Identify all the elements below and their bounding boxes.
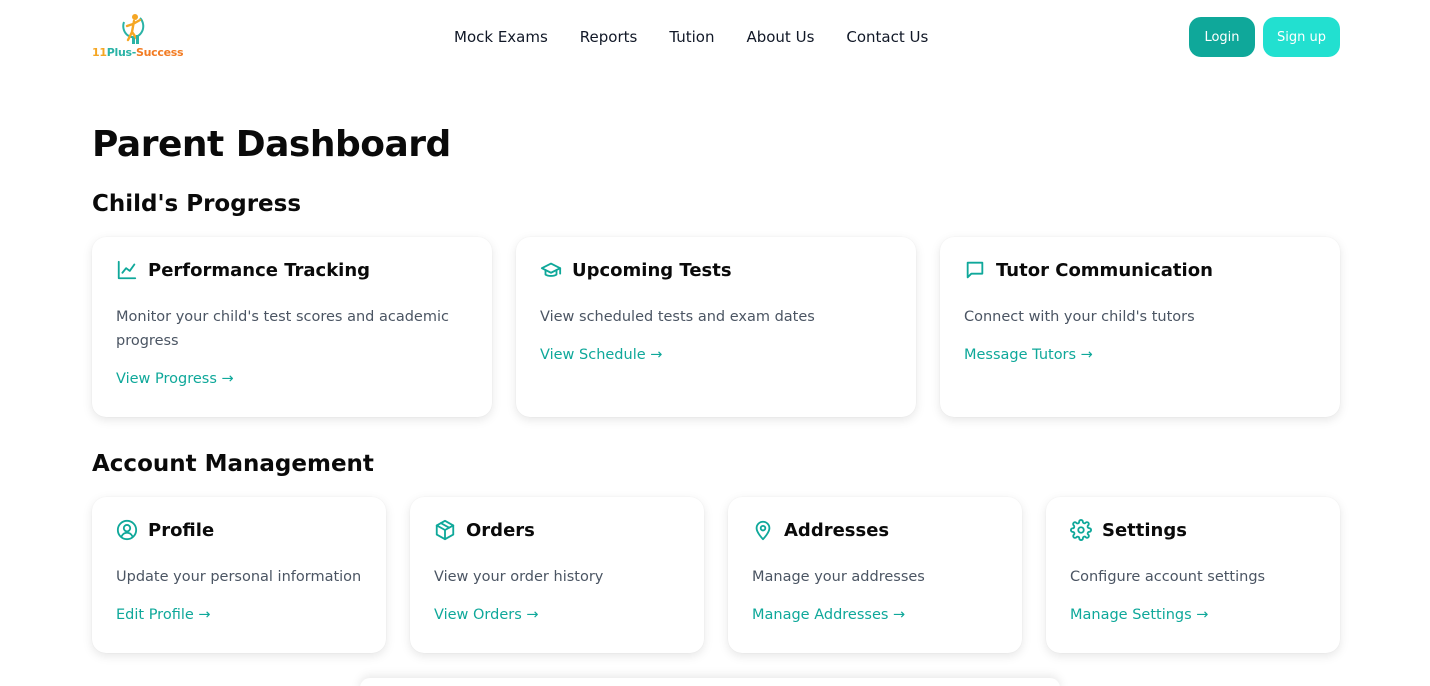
graduation-cap-icon [540, 262, 562, 277]
view-progress-link[interactable]: View Progress → [116, 371, 234, 387]
signup-button[interactable]: Sign up [1263, 17, 1340, 57]
site-header: 11Plus-Success Mock Exams Reports Tution… [0, 0, 1430, 76]
card-title: Addresses [784, 519, 890, 541]
card-description: Manage your addresses [752, 569, 925, 585]
logo-figure-icon [122, 14, 145, 44]
card-header: Upcoming Tests [540, 259, 732, 281]
card-header: Settings [1070, 519, 1187, 541]
card-upcoming-tests: Upcoming Tests View scheduled tests and … [516, 237, 916, 417]
nav-about-us[interactable]: About Us [746, 27, 814, 47]
edit-profile-link[interactable]: Edit Profile → [116, 607, 211, 623]
card-profile: Profile Update your personal information… [92, 497, 386, 653]
chat-bubble-icon [966, 261, 984, 279]
view-schedule-link[interactable]: View Schedule → [540, 347, 662, 363]
nav-mock-exams[interactable]: Mock Exams [454, 27, 548, 47]
message-tutors-link[interactable]: Message Tutors → [964, 347, 1093, 363]
view-orders-link[interactable]: View Orders → [434, 607, 539, 623]
main-nav: Mock Exams Reports Tution About Us Conta… [454, 27, 928, 47]
package-icon [435, 519, 455, 541]
card-title: Upcoming Tests [572, 259, 732, 281]
card-header: Addresses [752, 519, 889, 541]
card-addresses: Addresses Manage your addresses Manage A… [728, 497, 1022, 653]
nav-contact-us[interactable]: Contact Us [846, 27, 928, 47]
login-button[interactable]: Login [1189, 17, 1255, 57]
chart-line-icon [117, 260, 137, 280]
card-description: Update your personal information [116, 569, 362, 585]
manage-addresses-link[interactable]: Manage Addresses → [752, 607, 905, 623]
logo-text-part2: Plus- [106, 46, 137, 59]
card-description: View your order history [434, 569, 604, 585]
card-header: Tutor Communication [964, 259, 1213, 281]
section-title-progress: Child's Progress [92, 191, 302, 217]
gear-icon [1070, 519, 1092, 541]
map-pin-icon [755, 520, 771, 541]
logo-text-part3: Success [136, 46, 184, 59]
card-title: Settings [1102, 519, 1187, 541]
manage-settings-link[interactable]: Manage Settings → [1070, 607, 1208, 623]
card-description: Monitor your child's test scores and aca… [116, 309, 449, 349]
card-title: Profile [148, 519, 215, 541]
next-section-edge [360, 678, 1060, 686]
logo-text: 11Plus-Success [92, 46, 184, 59]
card-tutor-communication: Tutor Communication Connect with your ch… [940, 237, 1340, 417]
nav-reports[interactable]: Reports [580, 27, 638, 47]
card-description: Connect with your child's tutors [964, 309, 1195, 325]
user-circle-icon [116, 519, 138, 541]
card-description: View scheduled tests and exam dates [540, 309, 815, 325]
card-header: Performance Tracking [116, 259, 370, 281]
card-orders: Orders View your order history View Orde… [410, 497, 704, 653]
card-title: Orders [466, 519, 535, 541]
card-settings: Settings Configure account settings Mana… [1046, 497, 1340, 653]
card-title: Tutor Communication [996, 259, 1213, 281]
card-title: Performance Tracking [148, 259, 371, 281]
nav-tution[interactable]: Tution [669, 27, 714, 47]
page-title: Parent Dashboard [92, 124, 451, 165]
card-description: Configure account settings [1070, 569, 1266, 585]
logo-text-part1: 11 [92, 46, 107, 59]
site-logo[interactable]: 11Plus-Success [92, 12, 184, 62]
section-title-account: Account Management [92, 451, 374, 477]
card-performance-tracking: Performance Tracking Monitor your child'… [92, 237, 492, 417]
card-header: Profile [116, 519, 214, 541]
card-header: Orders [434, 519, 535, 541]
